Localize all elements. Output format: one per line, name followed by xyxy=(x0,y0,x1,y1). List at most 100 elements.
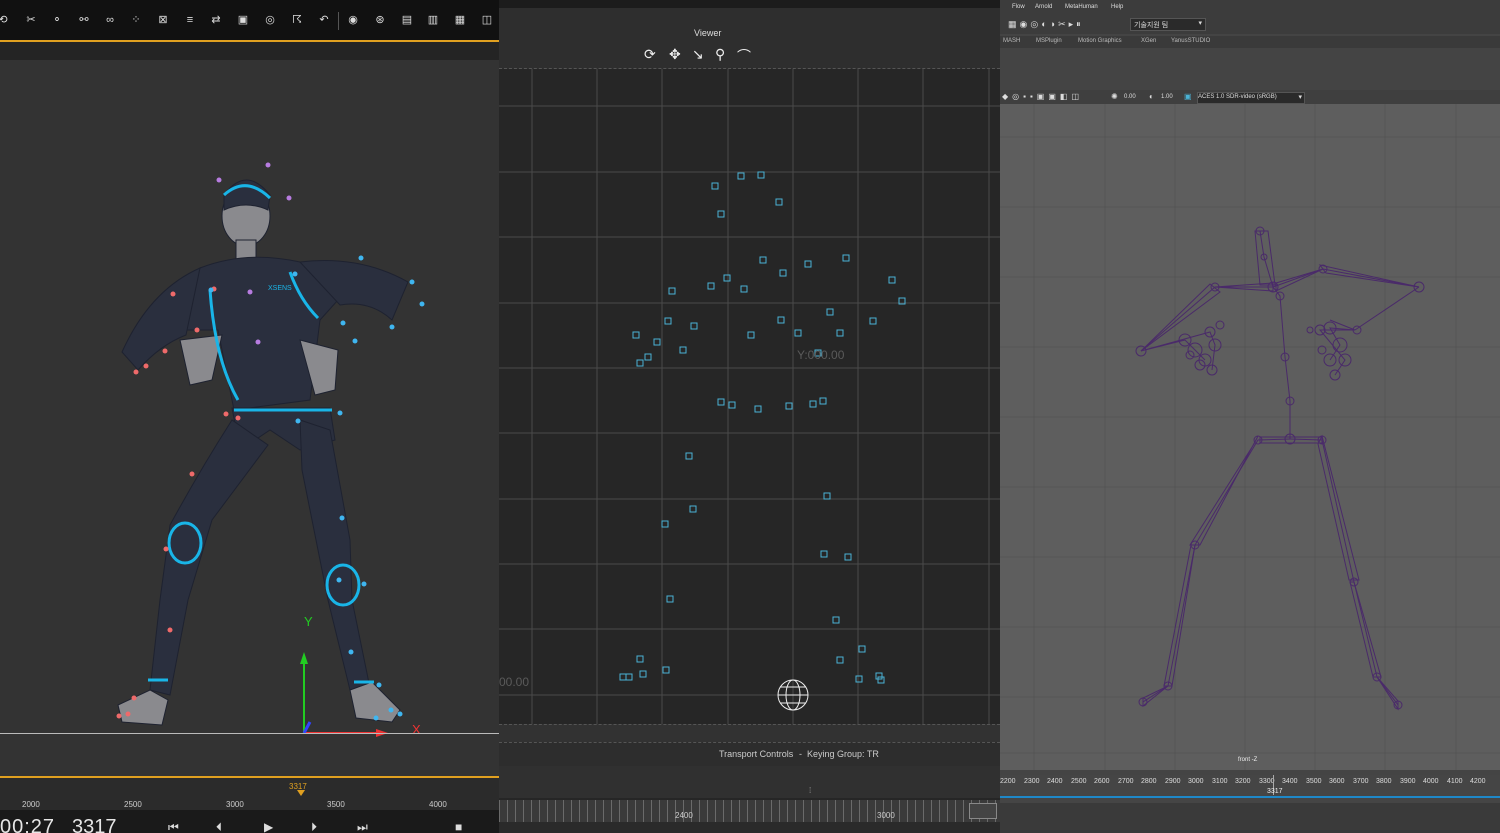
keying-group-label[interactable]: Keying Group: TR xyxy=(807,749,879,759)
color-space-dropdown[interactable]: ACES 1.0 SDR-video (sRGB) ▾ xyxy=(1197,92,1305,104)
range-handle[interactable] xyxy=(969,803,997,819)
label-separator: - xyxy=(799,749,802,759)
suit-logo: XSENS xyxy=(268,285,292,292)
record-dot-icon[interactable]: ◉ xyxy=(346,13,360,27)
frame-ruler[interactable]: 3317 2000 2500 3000 3500 4000 xyxy=(0,778,499,810)
circle-grid-icon[interactable]: ⊛ xyxy=(373,13,387,27)
timeline-tick: 3800 xyxy=(1376,778,1392,785)
color-space-value: ACES 1.0 SDR-video (sRGB) xyxy=(1198,94,1277,100)
pan-icon[interactable]: ✥ xyxy=(669,46,681,63)
current-frame-label: 3317 xyxy=(1267,788,1283,795)
zoom-icon[interactable]: ⚲ xyxy=(715,46,725,63)
timeline-tick: 3600 xyxy=(1329,778,1345,785)
shelf-tab-yanusstudio[interactable]: YanusSTUDIO xyxy=(1171,38,1210,44)
range-slider[interactable] xyxy=(1000,803,1500,833)
shuffle-icon[interactable]: ⇄ xyxy=(209,13,223,27)
rotate-tool-icon[interactable]: ⟲ xyxy=(0,13,10,27)
timeline-tick: 2400 xyxy=(1047,778,1063,785)
timeline-tick: 2300 xyxy=(1024,778,1040,785)
skip-start-icon[interactable]: ⏮ xyxy=(168,820,179,833)
left-leg xyxy=(149,419,269,696)
frame-display: 3317 xyxy=(72,816,117,833)
transport-controls-label[interactable]: Transport Controls xyxy=(719,749,793,759)
gamma-value[interactable]: 1.00 xyxy=(1161,94,1173,100)
axis-y-label: Y xyxy=(304,614,313,629)
panel-b-icon[interactable]: ▥ xyxy=(426,13,440,27)
exposure-value[interactable]: 0.00 xyxy=(1124,94,1136,100)
timeline-tick: 3200 xyxy=(1235,778,1251,785)
axis-x-label: X xyxy=(412,722,421,737)
shelf-tab-mash[interactable]: MASH xyxy=(1003,38,1020,44)
skeleton-rig xyxy=(1135,226,1425,711)
frame-select-icon[interactable]: ▣ xyxy=(236,13,250,27)
playback-bar: 00:27 3317 ⏮ ⏴ ▶ ⏵ ⏭ ■ xyxy=(0,810,499,833)
timeline-tick: 2700 xyxy=(1118,778,1134,785)
viewport-tool-icons[interactable]: ◆◎▪▪▣▣◧◫ xyxy=(1002,92,1083,101)
orbit-icon[interactable]: ⟳ xyxy=(644,46,656,63)
list-filter-icon[interactable]: ≡ xyxy=(183,13,197,27)
maya-front-viewport[interactable] xyxy=(1000,104,1500,770)
stop-icon[interactable]: ■ xyxy=(455,820,462,833)
status-line-icons[interactable]: ▦◉◎◐◑✂▸⏸ xyxy=(1008,19,1084,30)
timeline-tick: 3500 xyxy=(1306,778,1322,785)
viewer-top-strip xyxy=(499,0,1000,8)
shelf-tab-motion-graphics[interactable]: Motion Graphics xyxy=(1078,38,1122,44)
slider-handle[interactable]: ⁞ xyxy=(809,786,811,795)
exposure-icon[interactable]: ✺ xyxy=(1111,92,1118,101)
dots-icon[interactable]: ⁘ xyxy=(129,13,143,27)
timeline-tick: 2200 xyxy=(1000,778,1016,785)
floor-line xyxy=(0,733,499,734)
marker-viewer-panel: Viewer ⟳ ✥ ↘ ⚲ ⌒ Y:000.00 00.00 Transpor… xyxy=(499,0,1000,833)
menu-flow[interactable]: Flow xyxy=(1012,4,1025,10)
ruler-tick: 2400 xyxy=(675,811,693,820)
maya-panel: Flow Arnold MetaHuman Help ▦◉◎◐◑✂▸⏸ 기술지원… xyxy=(1000,0,1500,833)
gamma-icon[interactable]: ◐ xyxy=(1149,92,1154,101)
viewport-grid xyxy=(499,69,1000,724)
shelf-tab-msplugin[interactable]: MSPlugin xyxy=(1036,38,1062,44)
panel-c-icon[interactable]: ▦ xyxy=(453,13,467,27)
step-forward-icon[interactable]: ⏵ xyxy=(311,820,317,833)
maya-menu-bar: Flow Arnold MetaHuman Help xyxy=(1000,0,1500,16)
skip-end-icon[interactable]: ⏭ xyxy=(357,820,368,833)
menu-metahuman[interactable]: MetaHuman xyxy=(1065,4,1098,10)
scissors-icon[interactable]: ✂ xyxy=(24,13,38,27)
ruler-tick: 2000 xyxy=(22,800,40,809)
toolbar-divider xyxy=(338,12,339,30)
shelf-tab-xgen[interactable]: XGen xyxy=(1141,38,1156,44)
optical-markers xyxy=(619,171,906,684)
timeline-tick: 2600 xyxy=(1094,778,1110,785)
play-icon[interactable]: ▶ xyxy=(264,820,273,833)
roll-icon[interactable]: ⌒ xyxy=(737,46,751,66)
figure-run-icon[interactable]: ☈ xyxy=(290,13,304,27)
timeline-tick: 4100 xyxy=(1447,778,1463,785)
mocap-viewport-panel: ⟲ ✂ ⚬ ⚯ ∞ ⁘ ⊠ ≡ ⇄ ▣ ◎ ☈ ↶ ◉ ⊛ ▤ ▥ ▦ ◫ XS… xyxy=(0,0,499,833)
marker-viewport[interactable]: Y:000.00 00.00 xyxy=(499,69,1000,724)
timeline-tick: 3100 xyxy=(1212,778,1228,785)
chain-icon[interactable]: ∞ xyxy=(103,13,117,27)
color-management-icon[interactable]: ▣ xyxy=(1184,92,1192,101)
playhead-marker[interactable] xyxy=(297,790,305,796)
undo-icon[interactable]: ↶ xyxy=(317,13,331,27)
chevron-down-icon: ▾ xyxy=(1198,20,1202,27)
y-coordinate-readout: Y:000.00 xyxy=(797,348,845,362)
transport-slider-area[interactable]: ⁞ xyxy=(499,766,1000,798)
maya-time-slider[interactable]: 2200 2300 2400 2500 2600 2700 2800 2900 … xyxy=(1000,775,1500,803)
menu-help[interactable]: Help xyxy=(1111,4,1123,10)
mocap-3d-viewport[interactable]: XSENS Y X xyxy=(0,60,499,776)
bone-pair-icon[interactable]: ⚯ xyxy=(77,13,91,27)
frame-ruler-middle[interactable] xyxy=(499,800,1000,822)
viewport-header-strip xyxy=(0,42,499,60)
mocap-toolbar: ⟲ ✂ ⚬ ⚯ ∞ ⁘ ⊠ ≡ ⇄ ▣ ◎ ☈ ↶ ◉ ⊛ ▤ ▥ ▦ ◫ xyxy=(0,0,499,42)
step-back-icon[interactable]: ⏴ xyxy=(216,820,222,833)
viewer-footer-strip xyxy=(499,724,1000,743)
dolly-icon[interactable]: ↘ xyxy=(692,46,704,63)
timeline-tick: 3700 xyxy=(1353,778,1369,785)
ring-target-icon[interactable]: ◎ xyxy=(263,13,277,27)
graph-icon[interactable]: ◫ xyxy=(480,13,494,27)
workspace-dropdown[interactable]: 기술지원 팀 ▾ xyxy=(1130,18,1206,31)
bone-link-icon[interactable]: ⚬ xyxy=(50,13,64,27)
ruler-tick: 4000 xyxy=(429,800,447,809)
menu-arnold[interactable]: Arnold xyxy=(1035,4,1052,10)
cross-x-icon[interactable]: ⊠ xyxy=(156,13,170,27)
panel-a-icon[interactable]: ▤ xyxy=(400,13,414,27)
